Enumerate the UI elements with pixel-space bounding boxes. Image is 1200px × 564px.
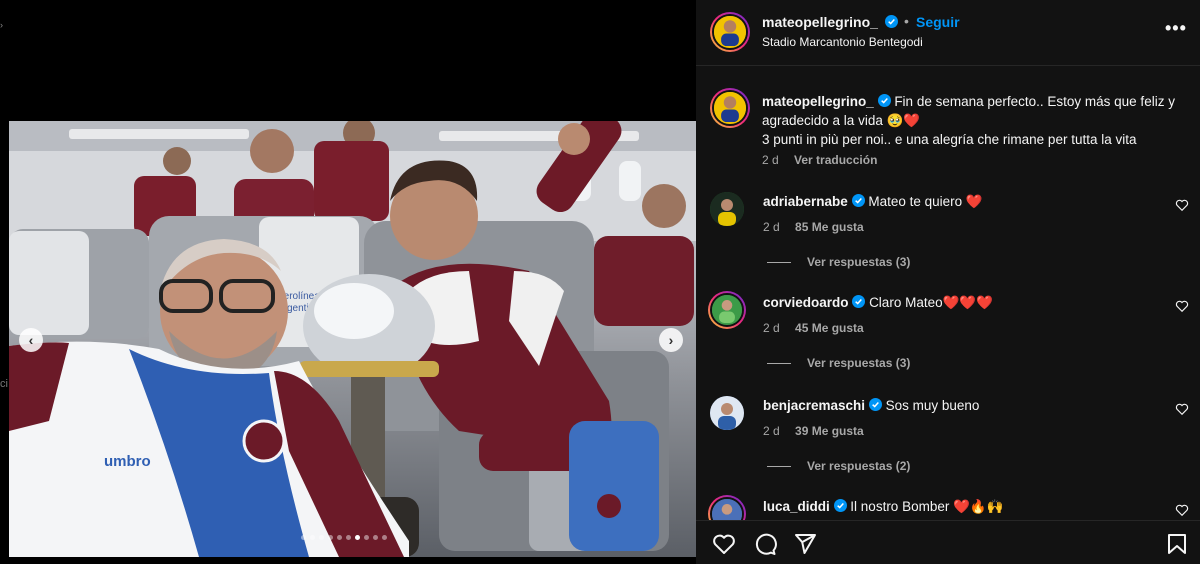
edge-mark: ci	[0, 378, 8, 390]
comment-username[interactable]: adriabernabe	[763, 194, 848, 209]
commenter-avatar[interactable]	[710, 396, 744, 430]
comment-text: Claro Mateo❤️❤️❤️	[869, 295, 994, 310]
post-author-username[interactable]: mateopellegrino_	[762, 14, 878, 30]
carousel-dot	[373, 535, 378, 540]
view-replies-button[interactable]: Ver respuestas (2)	[767, 459, 910, 473]
avatar-image	[714, 92, 746, 122]
post-photo[interactable]: Aerolíneas Argentinas umbro	[9, 121, 696, 557]
heart-icon[interactable]	[712, 532, 736, 556]
verified-badge-icon	[833, 499, 847, 512]
avatar-image	[714, 16, 746, 46]
avatar-image	[710, 396, 744, 430]
caption-time: 2 d	[762, 153, 779, 167]
avatar[interactable]	[710, 12, 750, 52]
carousel-dot	[301, 535, 306, 540]
carousel-indicator	[301, 535, 387, 540]
carousel-dot	[355, 535, 360, 540]
commenter-avatar[interactable]	[710, 192, 744, 226]
comment-likes[interactable]: 39 Me gusta	[795, 424, 864, 438]
carousel-dot	[346, 535, 351, 540]
view-replies-button[interactable]: Ver respuestas (3)	[767, 356, 910, 370]
carousel-dot	[382, 535, 387, 540]
comment-likes[interactable]: 45 Me gusta	[795, 321, 864, 335]
verified-badge-icon	[868, 398, 882, 411]
header-separator: •	[904, 13, 909, 29]
corner-mark: ›	[0, 20, 3, 30]
heart-icon[interactable]	[1175, 503, 1189, 517]
caption-meta: 2 d Ver traducción	[762, 153, 889, 167]
commenter-avatar[interactable]	[708, 291, 746, 329]
comment-time: 2 d	[763, 220, 780, 234]
caption-username[interactable]: mateopellegrino_	[762, 94, 874, 109]
verified-badge-icon	[852, 295, 866, 308]
comment-text: Mateo te quiero ❤️	[868, 194, 983, 209]
carousel-dot	[328, 535, 333, 540]
comment-icon[interactable]	[753, 532, 777, 556]
caption-text-line-2: 3 punti in più per noi.. e una alegría c…	[762, 132, 1137, 147]
heart-icon[interactable]	[1175, 299, 1189, 313]
view-replies-label: Ver respuestas (3)	[807, 255, 911, 269]
carousel-dot	[319, 535, 324, 540]
see-translation-link[interactable]: Ver traducción	[794, 153, 877, 167]
chevron-left-icon: ‹	[28, 332, 34, 348]
chevron-right-icon: ›	[668, 332, 674, 348]
carousel-dot	[364, 535, 369, 540]
verified-badge-icon	[851, 194, 865, 207]
carousel-dot	[310, 535, 315, 540]
comment-time: 2 d	[763, 424, 780, 438]
view-replies-button[interactable]: Ver respuestas (3)	[767, 255, 910, 269]
post-caption: mateopellegrino_ Fin de semana perfecto.…	[762, 92, 1182, 149]
heart-icon[interactable]	[1175, 198, 1189, 212]
carousel-next-button[interactable]: ›	[659, 328, 683, 352]
bookmark-icon[interactable]	[1165, 532, 1189, 556]
comment-likes[interactable]: 85 Me gusta	[795, 220, 864, 234]
comments-panel: mateopellegrino_ • Seguir Stadio Marcant…	[696, 0, 1200, 564]
comment-text: Sos muy bueno	[885, 398, 980, 413]
carousel-prev-button[interactable]: ‹	[19, 328, 43, 352]
carousel-dot	[337, 535, 342, 540]
photo-illustration: Aerolíneas Argentinas umbro	[9, 121, 696, 557]
svg-text:umbro: umbro	[104, 453, 151, 470]
post-action-bar	[696, 520, 1200, 564]
comment-username[interactable]: benjacremaschi	[763, 398, 865, 413]
more-options-button[interactable]: •••	[1165, 18, 1187, 39]
comment-text: Il nostro Bomber ❤️🔥🙌	[850, 499, 1004, 514]
view-replies-label: Ver respuestas (2)	[807, 459, 911, 473]
post-header: mateopellegrino_ • Seguir Stadio Marcant…	[696, 0, 1200, 66]
verified-badge-icon	[877, 94, 891, 107]
post-media-viewer: › ci Aerolíneas Argentinas umbro ‹ ›	[0, 0, 696, 564]
post-location[interactable]: Stadio Marcantonio Bentegodi	[762, 35, 923, 49]
avatar-image	[710, 192, 744, 226]
verified-badge-icon	[885, 15, 898, 28]
follow-button[interactable]: Seguir	[916, 14, 960, 30]
comment-time: 2 d	[763, 321, 780, 335]
heart-icon[interactable]	[1175, 402, 1189, 416]
caption-avatar[interactable]	[710, 88, 750, 128]
avatar-image	[712, 295, 742, 323]
comment-username[interactable]: luca_diddi	[763, 499, 830, 514]
send-icon[interactable]	[793, 532, 817, 556]
comment-username[interactable]: corviedoardo	[763, 295, 849, 310]
view-replies-label: Ver respuestas (3)	[807, 356, 911, 370]
